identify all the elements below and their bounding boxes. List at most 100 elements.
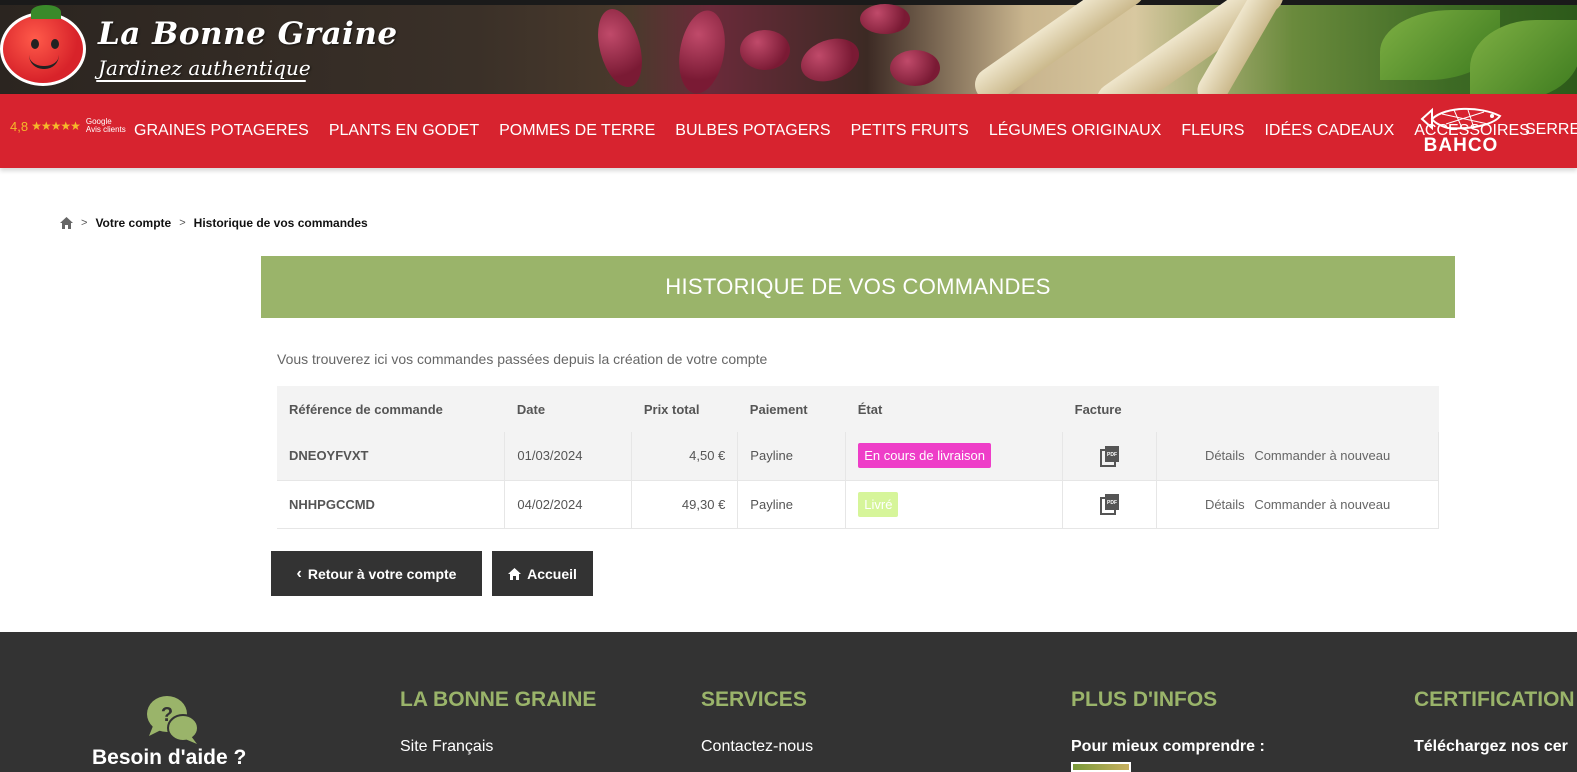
- home-button-label: Accueil: [527, 565, 577, 582]
- bean-decoration: [860, 4, 910, 34]
- page-title: HISTORIQUE DE VOS COMMANDES: [665, 274, 1051, 299]
- invoice-cell: PDF: [1062, 432, 1158, 481]
- nav-items: GRAINES POTAGERES PLANTS EN GODET POMMES…: [134, 94, 1550, 168]
- help-chat-icon[interactable]: ?: [145, 694, 201, 746]
- order-price: 49,30 €: [631, 480, 739, 529]
- top-line: [0, 0, 1577, 5]
- google-badge-line2: Avis clients: [85, 125, 126, 134]
- back-button-label: Retour à votre compte: [307, 565, 457, 582]
- back-to-account-button[interactable]: ‹ Retour à votre compte: [271, 551, 482, 596]
- breadcrumb-separator: >: [81, 217, 88, 229]
- order-status-cell: En cours de livraison: [845, 432, 1064, 481]
- order-payment: Payline: [737, 432, 847, 481]
- main-nav: 4,8 ★★★★★ Google Avis clients GRAINES PO…: [0, 94, 1577, 168]
- stem: [31, 5, 61, 19]
- footer-col-title: PLUS D'INFOS: [1071, 688, 1218, 711]
- home-button[interactable]: Accueil: [492, 551, 593, 596]
- breadcrumb-votre-compte[interactable]: Votre compte: [95, 216, 171, 230]
- svg-text:PDF: PDF: [1107, 452, 1117, 458]
- tomato-mascot-icon: [0, 5, 86, 86]
- bean-decoration: [794, 30, 866, 90]
- nav-item-plants-en-godet[interactable]: PLANTS EN GODET: [329, 122, 479, 140]
- nav-item-bulbes-potagers[interactable]: BULBES POTAGERS: [675, 122, 830, 140]
- fish-icon: [1420, 107, 1502, 131]
- bahco-logo[interactable]: BAHCO: [1416, 104, 1506, 158]
- status-badge: Livré: [858, 491, 899, 517]
- breadcrumb-separator: >: [179, 217, 186, 229]
- bahco-wordmark: BAHCO: [1423, 135, 1499, 156]
- bean-decoration: [740, 30, 790, 70]
- nav-item-legumes-originaux[interactable]: LÉGUMES ORIGINAUX: [989, 122, 1161, 140]
- home-icon[interactable]: [60, 217, 73, 229]
- eye: [51, 39, 59, 49]
- order-price: 4,50 €: [631, 432, 739, 481]
- order-date: 04/02/2024: [504, 480, 633, 529]
- order-payment: Payline: [737, 480, 847, 529]
- header-payment: Paiement: [737, 386, 846, 432]
- bean-decoration: [673, 6, 731, 94]
- header-total-price: Prix total: [631, 386, 738, 432]
- order-actions: Détails Commander à nouveau: [1156, 480, 1439, 529]
- footer-thumbnail[interactable]: [1071, 762, 1131, 772]
- status-badge: En cours de livraison: [858, 443, 991, 469]
- page-title-band: HISTORIQUE DE VOS COMMANDES: [261, 256, 1455, 318]
- footer: ? Besoin d'aide ? LA BONNE GRAINE Site F…: [0, 632, 1577, 772]
- header-invoice: Facture: [1062, 386, 1157, 432]
- nav-item-petits-fruits[interactable]: PETITS FRUITS: [851, 122, 969, 140]
- nav-item-graines-potageres[interactable]: GRAINES POTAGERES: [134, 122, 309, 140]
- nav-item-serre[interactable]: SERRE: [1525, 121, 1577, 139]
- orders-table: Référence de commande Date Prix total Pa…: [277, 386, 1439, 529]
- breadcrumb-historique: Historique de vos commandes: [193, 216, 368, 230]
- footer-col-title: CERTIFICATION: [1414, 688, 1575, 711]
- rating-score: 4,8: [10, 118, 29, 134]
- details-link[interactable]: Détails: [1205, 497, 1245, 512]
- invoice-cell: PDF: [1062, 480, 1158, 529]
- help-title: Besoin d'aide ?: [92, 746, 247, 769]
- order-date: 01/03/2024: [504, 432, 633, 481]
- footer-col-title: SERVICES: [701, 688, 807, 711]
- breadcrumb: > Votre compte > Historique de vos comma…: [60, 216, 368, 230]
- header-reference: Référence de commande: [277, 386, 505, 432]
- eye: [31, 39, 39, 49]
- site-logo[interactable]: La Bonne Graine Jardinez authentique: [0, 5, 397, 86]
- reorder-link[interactable]: Commander à nouveau: [1254, 448, 1390, 463]
- intro-text: Vous trouverez ici vos commandes passées…: [277, 351, 768, 367]
- details-link[interactable]: Détails: [1205, 448, 1245, 463]
- svg-text:?: ?: [161, 704, 173, 726]
- order-reference: NHHPGCCMD: [277, 480, 506, 529]
- footer-text: Pour mieux comprendre :: [1071, 738, 1265, 755]
- order-status-cell: Livré: [845, 480, 1064, 529]
- nav-item-idees-cadeaux[interactable]: IDÉES CADEAUX: [1264, 122, 1394, 140]
- order-reference: DNEOYFVXT: [277, 432, 506, 481]
- svg-text:PDF: PDF: [1107, 500, 1117, 506]
- rating-stars-icon: ★★★★★: [31, 119, 81, 133]
- bean-decoration: [590, 4, 650, 92]
- header-status: État: [845, 386, 1063, 432]
- logo-underline: [96, 80, 306, 82]
- google-rating[interactable]: 4,8 ★★★★★ Google Avis clients: [10, 118, 126, 134]
- page: La Bonne Graine Jardinez authentique 4,8…: [0, 0, 1577, 772]
- pdf-icon[interactable]: PDF: [1099, 445, 1121, 467]
- footer-link[interactable]: Site Français: [400, 738, 493, 756]
- nav-item-fleurs[interactable]: FLEURS: [1181, 122, 1244, 140]
- brand-tagline: Jardinez authentique: [98, 56, 311, 80]
- reorder-link[interactable]: Commander à nouveau: [1254, 497, 1390, 512]
- table-row: DNEOYFVXT 01/03/2024 4,50 € Payline En c…: [277, 432, 1439, 481]
- footer-link[interactable]: Téléchargez nos cer: [1414, 738, 1568, 756]
- footer-link[interactable]: Contactez-nous: [701, 738, 813, 756]
- google-badge: Google Avis clients: [86, 118, 126, 134]
- bean-decoration: [890, 50, 940, 86]
- header-actions: [1156, 386, 1439, 432]
- nav-item-pommes-de-terre[interactable]: POMMES DE TERRE: [499, 122, 655, 140]
- pdf-icon[interactable]: PDF: [1099, 493, 1121, 515]
- chevron-left-icon: ‹: [296, 564, 302, 582]
- footer-col-title: LA BONNE GRAINE: [400, 688, 597, 711]
- header-banner: La Bonne Graine Jardinez authentique: [0, 0, 1577, 94]
- brand-title: La Bonne Graine: [98, 16, 398, 52]
- order-actions: Détails Commander à nouveau: [1156, 432, 1439, 481]
- mouth: [29, 55, 59, 69]
- home-icon: [508, 567, 522, 580]
- table-header-row: Référence de commande Date Prix total Pa…: [277, 386, 1439, 432]
- table-row: NHHPGCCMD 04/02/2024 49,30 € Payline Liv…: [277, 480, 1439, 529]
- header-date: Date: [504, 386, 632, 432]
